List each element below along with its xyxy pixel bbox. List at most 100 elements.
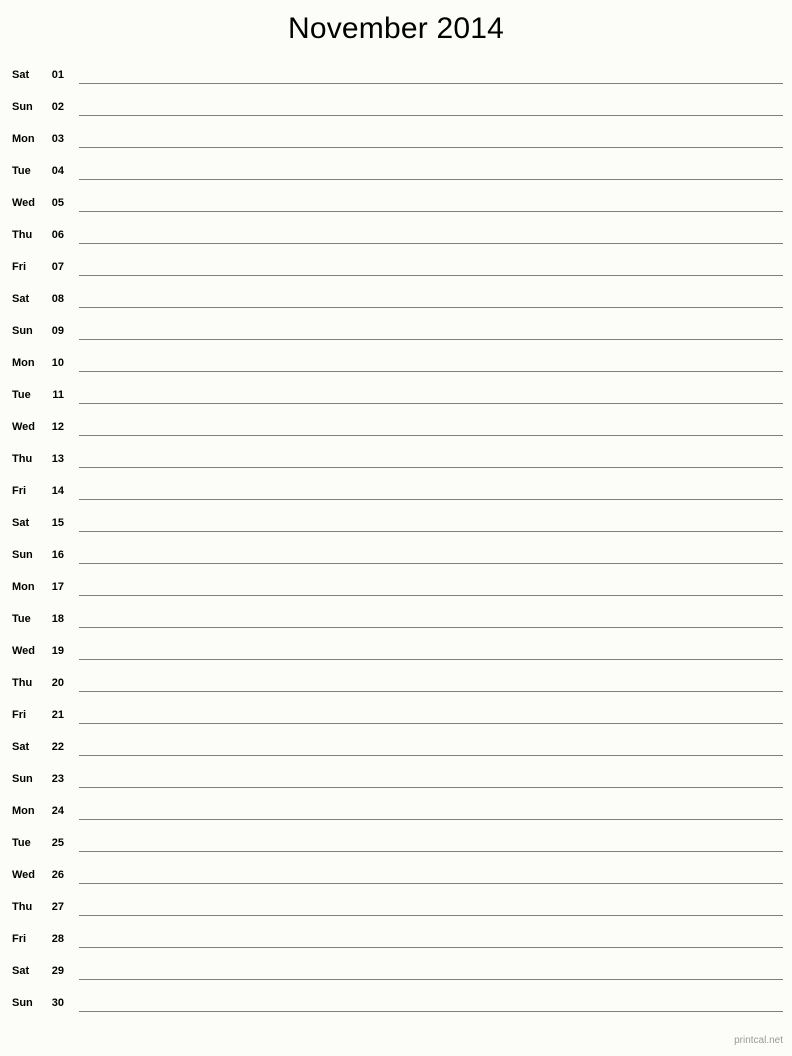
day-write-in-line[interactable] — [79, 595, 783, 596]
day-row[interactable]: Mon 10 — [0, 348, 792, 380]
day-weekday-label: Thu — [12, 229, 33, 241]
day-write-in-line[interactable] — [79, 915, 783, 916]
day-row[interactable]: Sun 30 — [0, 988, 792, 1020]
day-write-in-line[interactable] — [79, 403, 783, 404]
day-number-label: 17 — [51, 581, 64, 593]
day-row[interactable]: Wed 26 — [0, 860, 792, 892]
day-write-in-line[interactable] — [79, 339, 783, 340]
day-write-in-line[interactable] — [79, 179, 783, 180]
day-row[interactable]: Sun 16 — [0, 540, 792, 572]
day-row[interactable]: Mon 17 — [0, 572, 792, 604]
day-row[interactable]: Fri 07 — [0, 252, 792, 284]
day-row[interactable]: Sat 29 — [0, 956, 792, 988]
day-row[interactable]: Tue 25 — [0, 828, 792, 860]
day-row[interactable]: Mon 24 — [0, 796, 792, 828]
day-number-label: 15 — [51, 517, 64, 529]
day-row[interactable]: Tue 11 — [0, 380, 792, 412]
day-weekday-label: Fri — [12, 709, 27, 721]
day-write-in-line[interactable] — [79, 371, 783, 372]
day-number-label: 22 — [51, 741, 64, 753]
day-number-label: 25 — [51, 837, 64, 849]
day-write-in-line[interactable] — [79, 979, 783, 980]
day-write-in-line[interactable] — [79, 851, 783, 852]
day-write-in-line[interactable] — [79, 115, 783, 116]
day-write-in-line[interactable] — [79, 563, 783, 564]
day-weekday-label: Sat — [12, 965, 30, 977]
day-weekday-label: Mon — [12, 133, 35, 145]
day-write-in-line[interactable] — [79, 691, 783, 692]
day-row[interactable]: Sun 02 — [0, 92, 792, 124]
day-weekday-label: Sun — [12, 325, 33, 337]
day-row[interactable]: Sat 01 — [0, 60, 792, 92]
day-write-in-line[interactable] — [79, 83, 783, 84]
day-write-in-line[interactable] — [79, 307, 783, 308]
day-number-label: 13 — [51, 453, 64, 465]
day-number-label: 21 — [51, 709, 64, 721]
day-row[interactable]: Sat 22 — [0, 732, 792, 764]
day-number-label: 16 — [51, 549, 64, 561]
day-weekday-label: Wed — [12, 869, 36, 881]
day-number-label: 26 — [51, 869, 64, 881]
day-row[interactable]: Sun 09 — [0, 316, 792, 348]
day-row[interactable]: Thu 20 — [0, 668, 792, 700]
day-write-in-line[interactable] — [79, 627, 783, 628]
day-write-in-line[interactable] — [79, 275, 783, 276]
day-row[interactable]: Thu 13 — [0, 444, 792, 476]
day-number-label: 04 — [51, 165, 64, 177]
day-row[interactable]: Fri 21 — [0, 700, 792, 732]
day-write-in-line[interactable] — [79, 147, 783, 148]
day-write-in-line[interactable] — [79, 819, 783, 820]
day-number-label: 28 — [51, 933, 64, 945]
day-write-in-line[interactable] — [79, 787, 783, 788]
day-row[interactable]: Thu 06 — [0, 220, 792, 252]
day-weekday-label: Fri — [12, 933, 27, 945]
day-row[interactable]: Fri 28 — [0, 924, 792, 956]
day-number-label: 20 — [51, 677, 64, 689]
day-row-list: Sat 01 Sun 02 Mon 03 Tue 04 Wed 05 Thu 06 Fri 07 Sat 08… — [0, 60, 792, 1020]
day-weekday-label: Fri — [12, 485, 27, 497]
day-row[interactable]: Tue 04 — [0, 156, 792, 188]
day-weekday-label: Sun — [12, 997, 33, 1009]
day-row[interactable]: Sun 23 — [0, 764, 792, 796]
day-number-label: 01 — [51, 69, 64, 81]
day-write-in-line[interactable] — [79, 435, 783, 436]
day-row[interactable]: Mon 03 — [0, 124, 792, 156]
day-row[interactable]: Sat 15 — [0, 508, 792, 540]
day-weekday-label: Wed — [12, 421, 36, 433]
day-row[interactable]: Tue 18 — [0, 604, 792, 636]
day-weekday-label: Thu — [12, 677, 33, 689]
day-weekday-label: Sun — [12, 549, 33, 561]
day-write-in-line[interactable] — [79, 243, 783, 244]
day-weekday-label: Thu — [12, 453, 33, 465]
day-write-in-line[interactable] — [79, 659, 783, 660]
day-number-label: 10 — [51, 357, 64, 369]
day-weekday-label: Wed — [12, 645, 36, 657]
day-weekday-label: Mon — [12, 581, 35, 593]
day-weekday-label: Sun — [12, 773, 33, 785]
day-number-label: 27 — [51, 901, 64, 913]
day-write-in-line[interactable] — [79, 723, 783, 724]
day-write-in-line[interactable] — [79, 947, 783, 948]
day-row[interactable]: Thu 27 — [0, 892, 792, 924]
day-weekday-label: Sat — [12, 69, 30, 81]
day-write-in-line[interactable] — [79, 1011, 783, 1012]
day-weekday-label: Tue — [12, 389, 31, 401]
calendar-page: November 2014 Sat 01 Sun 02 Mon 03 Tue 04 Wed 05 T… — [0, 0, 792, 1056]
day-row[interactable]: Wed 05 — [0, 188, 792, 220]
day-write-in-line[interactable] — [79, 531, 783, 532]
day-row[interactable]: Fri 14 — [0, 476, 792, 508]
day-row[interactable]: Wed 19 — [0, 636, 792, 668]
page-title: November 2014 — [287, 12, 505, 45]
day-write-in-line[interactable] — [79, 499, 783, 500]
day-write-in-line[interactable] — [79, 755, 783, 756]
day-write-in-line[interactable] — [79, 467, 783, 468]
day-weekday-label: Thu — [12, 901, 33, 913]
day-weekday-label: Sat — [12, 293, 30, 305]
day-weekday-label: Tue — [12, 165, 31, 177]
day-row[interactable]: Sat 08 — [0, 284, 792, 316]
day-number-label: 18 — [51, 613, 64, 625]
day-write-in-line[interactable] — [79, 211, 783, 212]
day-row[interactable]: Wed 12 — [0, 412, 792, 444]
day-write-in-line[interactable] — [79, 883, 783, 884]
day-weekday-label: Tue — [12, 837, 31, 849]
